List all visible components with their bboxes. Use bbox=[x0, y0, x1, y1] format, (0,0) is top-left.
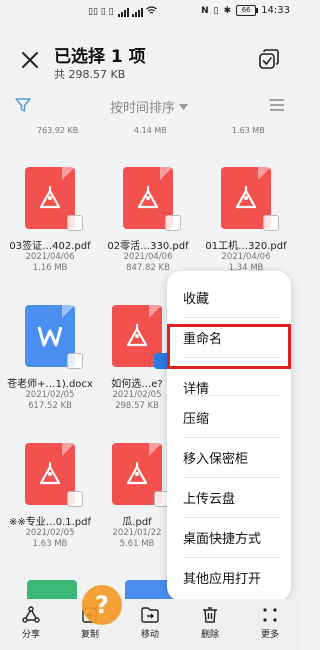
select-all-icon bbox=[259, 49, 279, 69]
file-date: 2021/04/06 bbox=[221, 252, 271, 262]
trash-icon bbox=[203, 607, 217, 623]
move-icon bbox=[141, 607, 159, 623]
file-tile[interactable]: 03签证…402.pdf 2021/04/06 1.16 MB bbox=[4, 167, 96, 274]
menu-item-favorite[interactable]: 收藏 bbox=[167, 277, 291, 317]
sort-dropdown[interactable]: 按时间排序 bbox=[110, 97, 189, 116]
select-checkbox[interactable] bbox=[165, 215, 181, 231]
pdf-file-icon bbox=[112, 305, 170, 369]
more-icon bbox=[263, 608, 277, 622]
menu-item-desktop-shortcut[interactable]: 桌面快捷方式 bbox=[167, 517, 291, 557]
delete-button[interactable]: 删除 bbox=[185, 605, 235, 640]
page-title: 已选择 1 项 bbox=[54, 47, 146, 67]
clock: 14:33 bbox=[261, 5, 290, 16]
select-checkbox[interactable] bbox=[67, 491, 83, 507]
file-tile[interactable]: 如何选…e? 2021/02/05 298.57 KB bbox=[102, 305, 172, 412]
menu-item-label: 收藏 bbox=[183, 292, 210, 307]
menu-item-upload-cloud[interactable]: 上传云盘 bbox=[167, 477, 291, 517]
pdf-file-icon bbox=[123, 167, 181, 231]
file-size: 617.52 KB bbox=[28, 401, 72, 411]
view-mode-button[interactable] bbox=[268, 96, 286, 114]
battery-icon: 66 bbox=[236, 5, 259, 16]
menu-item-compress[interactable]: 压缩 bbox=[167, 397, 291, 437]
copy-label: 复制 bbox=[80, 630, 99, 640]
close-button[interactable] bbox=[18, 48, 42, 72]
menu-item-label: 上传云盘 bbox=[183, 492, 236, 507]
pdf-file-icon bbox=[221, 167, 279, 231]
more-button[interactable]: 更多 bbox=[245, 605, 295, 640]
pdf-file-icon bbox=[25, 167, 83, 231]
file-name: 02零活…330.pdf bbox=[107, 241, 189, 252]
file-size: 5.61 MB bbox=[119, 539, 155, 549]
signal-icon-2 bbox=[131, 7, 143, 17]
delete-label: 删除 bbox=[200, 630, 219, 640]
status-right-icons: N ▯ ✱ 66 14:33 bbox=[201, 5, 290, 16]
context-menu: 收藏 重命名 详情 压缩 移入保密柜 上传云盘 桌面快捷方式 其他应用打开 bbox=[167, 271, 291, 601]
menu-item-move-to-safe[interactable]: 移入保密柜 bbox=[167, 437, 291, 477]
file-name: 如何选…e? bbox=[111, 379, 163, 390]
filter-icon bbox=[15, 98, 31, 112]
filter-bar: 按时间排序 bbox=[0, 86, 300, 124]
select-all-button[interactable] bbox=[258, 48, 280, 70]
file-name: ※※专业…0.1.pdf bbox=[8, 517, 92, 528]
vibrate-icon: ▯ bbox=[213, 5, 219, 16]
file-size: 763.92 KB bbox=[37, 126, 79, 135]
file-name: 01工机…320.pdf bbox=[205, 241, 287, 252]
file-date: 2021/04/06 bbox=[123, 252, 173, 262]
file-size: 1.63 MB bbox=[232, 126, 265, 135]
file-name: 瓜.pdf bbox=[122, 517, 152, 528]
file-date: 2021/02/05 bbox=[112, 390, 162, 400]
move-button[interactable]: 移动 bbox=[125, 605, 175, 640]
spreadsheet-file-icon[interactable] bbox=[27, 580, 77, 600]
share-label: 分享 bbox=[21, 630, 40, 640]
divider bbox=[183, 395, 281, 396]
file-tile[interactable]: 瓜.pdf 2021/01/22 5.61 MB bbox=[102, 443, 172, 550]
highlight-annotation bbox=[167, 324, 291, 369]
word-file-icon bbox=[25, 305, 83, 369]
file-tile[interactable]: 02零活…330.pdf 2021/04/06 847.82 KB bbox=[102, 167, 194, 274]
move-label: 移动 bbox=[140, 630, 159, 640]
select-checkbox[interactable] bbox=[67, 353, 83, 369]
file-size: 1.63 MB bbox=[32, 539, 68, 549]
menu-item-label: 压缩 bbox=[183, 412, 210, 427]
filter-button[interactable] bbox=[14, 96, 32, 114]
file-date: 2021/04/06 bbox=[25, 252, 75, 262]
share-button[interactable]: 分享 bbox=[6, 605, 56, 640]
more-label: 更多 bbox=[260, 630, 279, 640]
file-date: 2021/02/05 bbox=[25, 528, 75, 538]
selection-header: 已选择 1 项 共 298.57 KB bbox=[0, 24, 300, 86]
file-size: 298.57 KB bbox=[115, 401, 159, 411]
close-icon bbox=[22, 52, 38, 68]
bluetooth-icon: ✱ bbox=[223, 5, 232, 16]
pdf-file-icon bbox=[112, 443, 170, 507]
menu-item-open-with[interactable]: 其他应用打开 bbox=[167, 557, 291, 597]
select-checkbox[interactable] bbox=[67, 215, 83, 231]
select-checkbox[interactable] bbox=[263, 215, 279, 231]
share-icon bbox=[22, 606, 40, 623]
nfc-icon: N bbox=[201, 5, 209, 16]
file-tile[interactable]: 01工机…320.pdf 2021/04/06 1.34 MB bbox=[200, 167, 292, 274]
file-name: 苍老师+…1).docx bbox=[7, 379, 93, 390]
menu-item-label: 其他应用打开 bbox=[183, 572, 262, 587]
status-bar: ▯▯ ▯ ▯ N ▯ ✱ 66 14:33 bbox=[0, 0, 300, 24]
file-tile[interactable]: ※※专业…0.1.pdf 2021/02/05 1.63 MB bbox=[4, 443, 96, 550]
notification-icons: ▯▯ ▯ ▯ bbox=[88, 7, 114, 17]
list-view-icon bbox=[269, 99, 284, 111]
selection-size: 共 298.57 KB bbox=[54, 68, 126, 81]
bottom-action-bar: 分享 复制 移动 删除 更多 bbox=[0, 599, 300, 650]
signal-icon bbox=[117, 7, 129, 17]
file-size: 1.16 MB bbox=[32, 263, 68, 273]
help-badge-icon: ? bbox=[82, 585, 122, 625]
file-date: 2021/01/22 bbox=[112, 528, 162, 538]
chevron-down-icon bbox=[179, 103, 189, 110]
menu-item-label: 桌面快捷方式 bbox=[183, 532, 262, 547]
pdf-file-icon bbox=[25, 443, 83, 507]
file-tile[interactable]: 苍老师+…1).docx 2021/02/05 617.52 KB bbox=[4, 305, 96, 412]
status-left-icons: ▯▯ ▯ ▯ bbox=[88, 6, 157, 18]
file-size: 4.14 MB bbox=[134, 126, 167, 135]
menu-item-label: 移入保密柜 bbox=[183, 452, 249, 467]
sort-label: 按时间排序 bbox=[110, 101, 176, 116]
wifi-icon bbox=[145, 6, 157, 18]
file-date: 2021/02/05 bbox=[25, 390, 75, 400]
file-name: 03签证…402.pdf bbox=[9, 241, 91, 252]
